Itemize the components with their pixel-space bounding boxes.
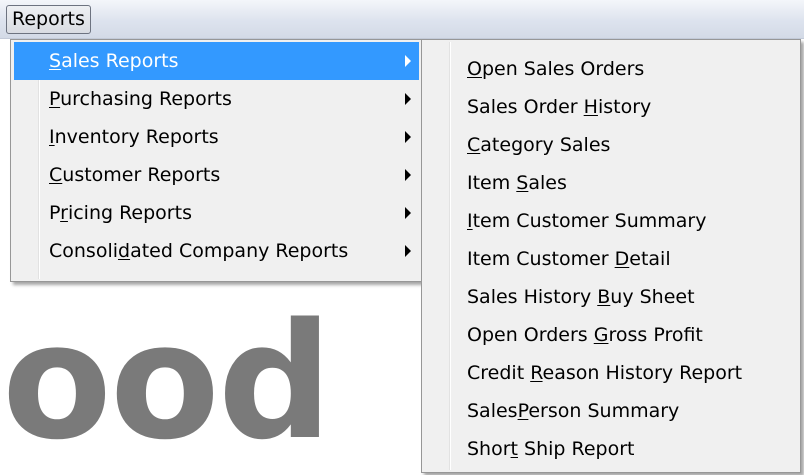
- menu-reports[interactable]: Reports: [6, 5, 91, 34]
- reports-dropdown-menu: Sales Reports Purchasing Reports Invento…: [10, 39, 423, 282]
- submenu-item-item-sales[interactable]: Item Sales: [425, 164, 797, 202]
- submenu-item-label: Item Customer Detail: [467, 248, 671, 270]
- submenu-item-item-customer-detail[interactable]: Item Customer Detail: [425, 240, 797, 278]
- submenu-item-label: Sales Order History: [467, 96, 652, 118]
- menu-item-label: Purchasing Reports: [49, 88, 232, 110]
- menu-bar: Reports: [0, 0, 804, 39]
- submenu-arrow-icon: [405, 55, 411, 67]
- submenu-item-label: Short Ship Report: [467, 438, 635, 460]
- submenu-item-open-orders-gross-profit[interactable]: Open Orders Gross Profit: [425, 316, 797, 354]
- submenu-item-sales-order-history[interactable]: Sales Order History: [425, 88, 797, 126]
- submenu-item-label: Open Orders Gross Profit: [467, 324, 703, 346]
- background-logo-text: ood: [2, 288, 332, 475]
- submenu-arrow-icon: [405, 169, 411, 181]
- submenu-item-credit-reason-history-report[interactable]: Credit Reason History Report: [425, 354, 797, 392]
- submenu-item-label: Sales History Buy Sheet: [467, 286, 695, 308]
- submenu-item-label: SalesPerson Summary: [467, 400, 680, 422]
- submenu-item-item-customer-summary[interactable]: Item Customer Summary: [425, 202, 797, 240]
- submenu-arrow-icon: [405, 131, 411, 143]
- submenu-item-category-sales[interactable]: Category Sales: [425, 126, 797, 164]
- submenu-item-label: Open Sales Orders: [467, 58, 645, 80]
- menu-item-label: Customer Reports: [49, 164, 221, 186]
- menu-item-customer-reports[interactable]: Customer Reports: [14, 156, 419, 194]
- menu-item-sales-reports[interactable]: Sales Reports: [14, 42, 419, 80]
- submenu-item-label: Item Sales: [467, 172, 567, 194]
- menu-item-purchasing-reports[interactable]: Purchasing Reports: [14, 80, 419, 118]
- submenu-item-open-sales-orders[interactable]: Open Sales Orders: [425, 50, 797, 88]
- submenu-item-label: Credit Reason History Report: [467, 362, 743, 384]
- submenu-arrow-icon: [405, 245, 411, 257]
- menu-item-inventory-reports[interactable]: Inventory Reports: [14, 118, 419, 156]
- menu-item-label: Pricing Reports: [49, 202, 192, 224]
- submenu-item-label: Category Sales: [467, 134, 611, 156]
- menu-item-pricing-reports[interactable]: Pricing Reports: [14, 194, 419, 232]
- submenu-item-label: Item Customer Summary: [467, 210, 707, 232]
- submenu-item-salesperson-summary[interactable]: SalesPerson Summary: [425, 392, 797, 430]
- submenu-arrow-icon: [405, 207, 411, 219]
- submenu-arrow-icon: [405, 93, 411, 105]
- menu-item-label: Consolidated Company Reports: [49, 240, 349, 262]
- submenu-item-sales-history-buy-sheet[interactable]: Sales History Buy Sheet: [425, 278, 797, 316]
- menu-item-consolidated-company-reports[interactable]: Consolidated Company Reports: [14, 232, 419, 270]
- menu-item-label: Inventory Reports: [49, 126, 219, 148]
- menu-item-label: Sales Reports: [49, 50, 179, 72]
- submenu-item-short-ship-report[interactable]: Short Ship Report: [425, 430, 797, 468]
- sales-reports-submenu: Open Sales Orders Sales Order History Ca…: [421, 39, 801, 473]
